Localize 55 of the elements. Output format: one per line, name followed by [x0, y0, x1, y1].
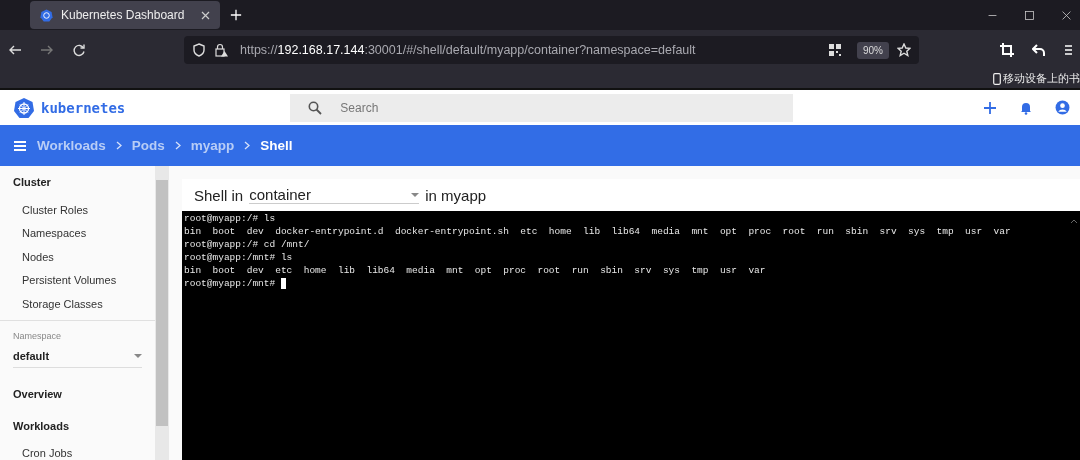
field-label: Namespace [13, 330, 63, 341]
shell-title: Shell in [194, 186, 244, 204]
scrollbar[interactable] [155, 166, 169, 460]
forward-icon[interactable] [40, 43, 54, 57]
maximize-icon[interactable] [1024, 9, 1035, 21]
container-select[interactable]: container [249, 186, 420, 204]
reload-icon[interactable] [72, 43, 86, 57]
sidebar-item[interactable]: Cron Jobs [0, 441, 155, 460]
address-bar[interactable]: https://192.168.17.144:30001/#/shell/default/myapp/container?namespace=default 90% [184, 36, 919, 64]
caret-icon [411, 192, 420, 197]
menu-icon[interactable] [13, 138, 27, 153]
tab-title: Kubernetes Dashboard [61, 8, 185, 22]
scroll-up-icon[interactable] [1070, 218, 1078, 224]
browser-tab[interactable]: Kubernetes Dashboard [30, 1, 220, 29]
phone-icon [993, 73, 1001, 85]
sidebar-item[interactable]: Storage Classes [0, 292, 155, 316]
back-icon[interactable] [8, 43, 22, 57]
logo-text: kubernetes [41, 99, 126, 116]
account-icon[interactable] [1055, 100, 1070, 115]
sidebar-item[interactable]: Persistent Volumes [0, 268, 155, 292]
sidebar-item[interactable]: Cluster Roles [0, 198, 155, 222]
new-tab-icon[interactable] [230, 9, 242, 21]
qr-code-icon[interactable] [829, 44, 841, 56]
url-text: https://192.168.17.144:30001/#/shell/default/myapp/container?namespace=default [240, 43, 696, 57]
star-icon[interactable] [897, 43, 911, 57]
breadcrumb-link[interactable]: Shell [260, 138, 293, 153]
add-icon[interactable] [983, 100, 997, 115]
terminal-line: root@myapp:/# ls [184, 213, 276, 224]
crop-icon[interactable] [1000, 43, 1014, 57]
pod-label: in myapp [425, 186, 487, 204]
sidebar-section[interactable]: Overview [0, 377, 155, 410]
close-icon[interactable] [1061, 9, 1072, 21]
sidebar-section[interactable]: Workloads [0, 409, 155, 442]
cursor [280, 278, 286, 289]
kubernetes-logo-icon [13, 96, 35, 119]
lock-warning-icon[interactable] [214, 43, 228, 57]
undo-icon[interactable] [1032, 43, 1046, 57]
shield-icon[interactable] [192, 43, 206, 57]
search-icon [308, 100, 323, 115]
terminal-line: bin boot dev etc home lib lib64 media mnt opt proc root run sbin srv sys tmp usr var [184, 265, 766, 276]
terminal-line: root@myapp:/mnt# ls [184, 252, 293, 263]
terminal-line: bin boot dev docker-entrypoint.d docker-entrypoint.sh etc home lib lib64 media mnt opt proc root run sbin srv sys tmp usr var [184, 226, 1011, 237]
namespace-select[interactable]: default [13, 344, 142, 368]
menu-icon[interactable] [1064, 43, 1072, 57]
kubernetes-logo-icon [40, 8, 53, 22]
sidebar-section[interactable]: Cluster [0, 166, 155, 198]
close-icon[interactable] [201, 10, 210, 20]
caret-icon [134, 353, 142, 358]
zoom-level[interactable]: 90% [857, 41, 889, 59]
terminal-line: root@myapp:/# cd /mnt/ [184, 239, 310, 250]
bookmarks-link[interactable]: 移动设备上的书 [1003, 72, 1080, 86]
terminal-line: root@myapp:/mnt# [184, 278, 277, 289]
sidebar-item[interactable]: Nodes [0, 245, 155, 269]
sidebar-item[interactable]: Namespaces [0, 221, 155, 245]
notifications-icon[interactable] [1019, 100, 1033, 115]
